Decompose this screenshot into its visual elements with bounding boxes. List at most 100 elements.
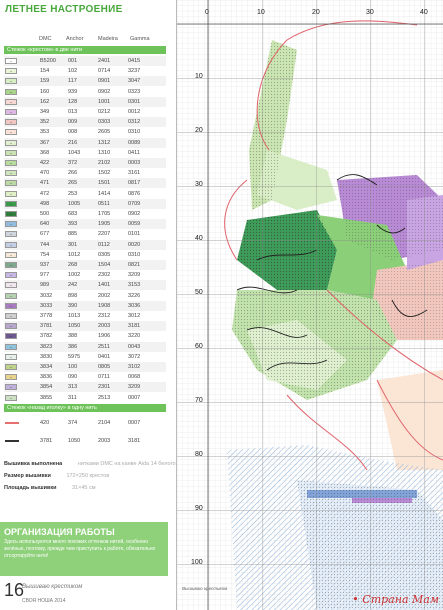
axis-left-80: 80 [195,451,203,458]
cell-dmc: 154 [40,68,50,75]
cell-anchor: 253 [68,190,78,197]
cell-anchor: 100 [68,364,78,370]
legend-row: ·· 3823 386 2511 0043 [4,341,166,352]
legend-row: ·· 367 216 1312 0089 [4,137,166,148]
color-swatch: ·· [5,323,17,330]
color-swatch: ·· [5,394,17,401]
cell-madeira: 0714 [98,68,111,75]
cell-madeira: 1908 [98,302,111,309]
legend-row: ·· B5200 001 2401 0415 [4,56,166,66]
cell-anchor: 102 [68,68,78,75]
color-swatch: ·· [5,302,17,309]
cell-madeira: 1502 [98,170,111,177]
legend-row: ·· 3781 1050 2003 3181 [4,321,166,332]
cell-anchor: 5975 [68,353,81,360]
cell-madeira: 1705 [98,211,111,217]
axis-top-30: 30 [366,9,374,16]
cell-dmc: 159 [40,78,50,85]
cell-gamma: 0007 [128,394,141,401]
legend-row: ·· 3854 313 2301 3209 [4,382,166,393]
backstitch-row: 420 374 2104 0007 [4,418,166,428]
color-swatch: ·· [5,313,17,319]
cell-anchor: 1013 [68,313,81,319]
axis-left-10: 10 [195,73,203,80]
legend-row: ·· 353 008 2605 0310 [4,127,166,137]
axis-top-20: 20 [312,9,320,16]
legend-row: ·· 3834 100 0805 3102 [4,362,166,372]
cell-gamma: 0059 [128,221,141,228]
legend-row: ·· 160 939 0902 0323 [4,87,166,97]
cell-madeira: 0212 [98,109,111,115]
color-swatch: ·· [5,180,17,187]
cell-madeira: 1310 [98,149,111,156]
cell-dmc: 3830 [40,353,53,360]
cell-gamma: 3181 [128,323,141,330]
cell-madeira: 0901 [98,78,111,85]
cell-madeira: 0511 [98,200,110,207]
cell-madeira: 2104 [98,420,111,426]
legend-row: ·· 937 268 1504 0821 [4,260,166,270]
cell-madeira: 0902 [98,88,111,95]
color-swatch: ·· [5,241,17,248]
axis-left-20: 20 [195,127,203,134]
legend-row: ·· 349 013 0212 0012 [4,107,166,117]
cell-gamma: 0007 [128,420,141,426]
cell-madeira: 0305 [98,251,111,258]
cell-anchor: 001 [68,58,78,64]
axis-left-100: 100 [191,559,203,566]
color-swatch: ·· [5,88,17,95]
cell-anchor: 390 [68,302,78,309]
axis-left-50: 50 [195,289,203,296]
cell-anchor: 117 [68,78,77,85]
cell-gamma: 3226 [128,292,141,299]
cell-dmc: 989 [40,282,50,289]
cell-madeira: 0112 [98,241,110,248]
cell-gamma: 0043 [128,343,141,350]
cell-gamma: 3209 [128,384,141,391]
legend-row: ·· 472 253 1414 0876 [4,189,166,199]
legend-row: ·· 640 393 1905 0059 [4,219,166,230]
color-swatch: ·· [5,282,17,289]
info-done-label: Вышивка выполнена [4,461,63,467]
page-title: ЛЕТНЕЕ НАСТРОЕНИЕ [5,4,123,15]
cell-dmc: 422 [40,160,50,166]
cell-dmc: 3782 [40,333,53,340]
color-swatch: ·· [5,364,17,370]
axis-left-70: 70 [195,397,203,404]
organization-title: ОРГАНИЗАЦИЯ РАБОТЫ [4,527,115,537]
cell-anchor: 266 [68,170,78,177]
axis-left-60: 60 [195,343,203,350]
cell-gamma: 0323 [128,88,141,95]
cell-gamma: 0817 [128,180,141,187]
cell-dmc: 420 [40,420,50,426]
color-swatch: ·· [5,333,17,340]
color-swatch: ·· [5,343,17,350]
color-swatch: ·· [5,374,17,381]
cell-dmc: 368 [40,149,50,156]
info-done-value: нитками DMC на канве Aida 14 белого цвет… [77,461,192,467]
cell-dmc: 352 [40,119,50,126]
info-size-value: 172×250 крестов [66,473,110,479]
line-swatch [5,440,19,442]
cell-madeira: 0805 [98,364,111,370]
cell-madeira: 2513 [98,394,111,401]
cell-dmc: 3781 [40,438,53,444]
cell-dmc: 3781 [40,323,53,330]
axis-left-30: 30 [195,181,203,188]
color-swatch: ·· [5,139,17,146]
cell-dmc: 367 [40,139,50,146]
axis-top-0: 0 [205,9,209,16]
cell-madeira: 1401 [98,282,111,289]
legend-row: ·· 3855 311 2513 0007 [4,393,166,403]
cell-dmc: 3778 [40,313,53,319]
cross-stitch-chart: 0 10 20 30 40 10 20 30 40 50 60 70 80 90… [177,0,443,610]
cell-madeira: 1504 [98,262,111,268]
cell-gamma: 3047 [128,78,141,85]
organization-text: Здесь используются много похожих оттенко… [4,539,156,559]
cell-anchor: 1050 [68,323,81,330]
line-swatch [5,422,19,424]
legend-col-gamma: Gamma [130,36,150,42]
cell-gamma: 0310 [128,251,141,258]
watermark: • Страна Мам [352,593,439,606]
color-swatch: ·· [5,190,17,197]
